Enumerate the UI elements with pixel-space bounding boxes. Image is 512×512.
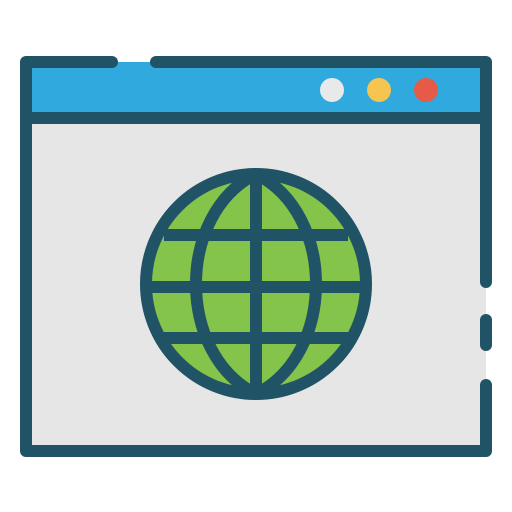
browser-window-globe-icon bbox=[20, 56, 492, 457]
globe-icon bbox=[140, 168, 372, 400]
icon-canvas bbox=[0, 0, 512, 512]
window-control-red-dot[interactable] bbox=[414, 78, 438, 102]
window-control-yellow-dot[interactable] bbox=[367, 78, 391, 102]
window-control-white-dot[interactable] bbox=[320, 78, 344, 102]
